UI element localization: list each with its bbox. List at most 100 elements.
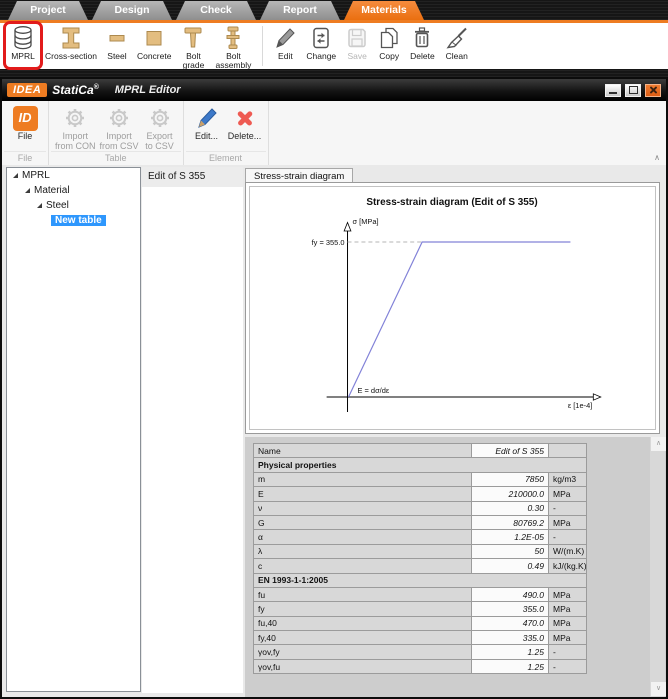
tab-project[interactable]: Project	[8, 1, 88, 20]
table-row: λ50W/(m.K)	[254, 544, 587, 558]
element-delete-label: Delete...	[228, 132, 262, 142]
database-icon	[11, 24, 35, 52]
save-label: Save	[347, 52, 366, 61]
save-button[interactable]: Save	[341, 23, 373, 69]
bolt-grade-label: Bolt grade	[183, 52, 205, 69]
tree-item-label: Material	[34, 185, 70, 196]
expanded-triangle-icon[interactable]	[25, 188, 30, 193]
table-row: ν0.30-	[254, 501, 587, 515]
element-edit-button[interactable]: Edit...	[190, 104, 224, 142]
scrollbar-track[interactable]	[650, 437, 665, 697]
file-button[interactable]: ID File	[8, 104, 42, 142]
copy-label: Copy	[379, 52, 399, 61]
copy-icon	[378, 24, 400, 52]
group-file-label: File	[4, 151, 46, 165]
maximize-button[interactable]	[625, 84, 641, 97]
table-row: m7850kg/m3	[254, 472, 587, 486]
y-axis-label: σ [MPa]	[352, 217, 378, 226]
tab-report[interactable]: Report	[260, 1, 340, 20]
stress-strain-chart-panel: Stress-strain diagram (Edit of S 355) σ …	[245, 182, 660, 434]
bolt-grade-button[interactable]: Bolt grade	[176, 23, 210, 69]
scroll-down-arrow-icon[interactable]: ∨	[651, 682, 666, 696]
steel-icon	[107, 24, 127, 52]
tree-item-label-selected: New table	[51, 215, 106, 226]
tree-item-label: MPRL	[22, 170, 50, 181]
table-row: c0.49kJ/(kg.K)	[254, 559, 587, 573]
material-list: Edit of S 355	[142, 167, 243, 693]
clean-button[interactable]: Clean	[440, 23, 474, 69]
window-titlebar[interactable]: IDEA StatiCa® MPRL Editor	[2, 79, 666, 101]
concrete-icon	[143, 24, 165, 52]
table-row: fu,40470.0MPa	[254, 616, 587, 630]
copy-button[interactable]: Copy	[373, 23, 405, 69]
bolt-assembly-button[interactable]: Bolt assembly	[210, 23, 256, 69]
stress-strain-chart: Stress-strain diagram (Edit of S 355) σ …	[250, 187, 655, 429]
group-element: Edit... Delete... Element	[184, 101, 269, 165]
tree-item-material[interactable]: Material	[7, 183, 140, 198]
app-background: Project Design Check Report Materials MP…	[0, 0, 668, 77]
gear-icon	[107, 104, 131, 132]
expanded-triangle-icon[interactable]	[37, 203, 42, 208]
tab-materials[interactable]: Materials	[344, 1, 424, 20]
export-to-csv-button[interactable]: Exportto CSV	[143, 104, 177, 151]
table-row: NameEdit of S 355	[254, 444, 587, 458]
window-title: MPRL Editor	[115, 84, 181, 96]
tree-item-new-table[interactable]: New table	[7, 213, 140, 228]
group-element-label: Element	[186, 151, 266, 165]
import-from-csv-button[interactable]: Importfrom CSV	[100, 104, 139, 151]
properties-panel: NameEdit of S 355 Physical properties m7…	[245, 437, 666, 697]
collapse-ribbon-chevron-icon[interactable]: ∧	[654, 153, 660, 162]
cross-section-icon	[60, 24, 82, 52]
tree-item-mprl[interactable]: MPRL	[7, 168, 140, 183]
gear-icon	[63, 104, 87, 132]
tree-item-steel[interactable]: Steel	[7, 198, 140, 213]
chart-title: Stress-strain diagram (Edit of S 355)	[366, 197, 537, 208]
chart-area: Stress-strain diagram (Edit of S 355) σ …	[249, 186, 656, 430]
tab-check[interactable]: Check	[176, 1, 256, 20]
element-edit-label: Edit...	[195, 132, 218, 142]
main-tabbar: Project Design Check Report Materials	[8, 1, 424, 20]
tab-stress-strain-diagram[interactable]: Stress-strain diagram	[245, 168, 353, 183]
delete-button[interactable]: Delete	[405, 23, 440, 69]
tab-design[interactable]: Design	[92, 1, 172, 20]
editor-content: MPRL Material Steel New table Edit of S …	[2, 165, 666, 697]
list-item-edit-of-s355[interactable]: Edit of S 355	[142, 167, 243, 187]
table-row: fu490.0MPa	[254, 587, 587, 601]
idea-logo: IDEA	[7, 83, 47, 97]
table-row: fy,40335.0MPa	[254, 631, 587, 645]
concrete-label: Concrete	[137, 52, 172, 61]
diagram-tabstrip: Stress-strain diagram	[245, 166, 353, 182]
close-button[interactable]	[645, 84, 661, 97]
expanded-triangle-icon[interactable]	[13, 173, 18, 178]
modulus-annotation: E = dσ/dε	[357, 386, 389, 395]
toolbar-separator	[262, 26, 263, 66]
close-icon	[649, 86, 658, 95]
mprl-button[interactable]: MPRL	[6, 23, 40, 69]
table-row: γov,fu1.25-	[254, 659, 587, 673]
bolt-assembly-icon	[222, 24, 244, 52]
minimize-button[interactable]	[605, 84, 621, 97]
cross-section-label: Cross-section	[45, 52, 97, 61]
tree-item-label: Steel	[46, 200, 69, 211]
bolt-assembly-label: Bolt assembly	[215, 52, 251, 69]
x-axis-label: ε [1e-4]	[568, 401, 592, 410]
steel-button[interactable]: Steel	[102, 23, 132, 69]
mprl-label: MPRL	[11, 52, 35, 61]
group-table: Importfrom CON Importfrom CSV	[49, 101, 184, 165]
table-row: α1.2E-05-	[254, 530, 587, 544]
group-file: ID File File	[2, 101, 49, 165]
pencil-icon	[274, 24, 296, 52]
gear-icon	[148, 104, 172, 132]
bolt-grade-icon	[181, 24, 205, 52]
file-label: File	[18, 132, 33, 142]
scroll-up-arrow-icon[interactable]: ∧	[651, 437, 666, 451]
change-button[interactable]: Change	[301, 23, 341, 69]
edit-button[interactable]: Edit	[269, 23, 301, 69]
concrete-button[interactable]: Concrete	[132, 23, 177, 69]
cross-section-button[interactable]: Cross-section	[40, 23, 102, 69]
table-section-row: Physical properties	[254, 458, 587, 472]
table-row: G80769.2MPa	[254, 515, 587, 529]
element-delete-button[interactable]: Delete...	[228, 104, 262, 142]
change-label: Change	[306, 52, 336, 61]
import-from-con-button[interactable]: Importfrom CON	[55, 104, 96, 151]
